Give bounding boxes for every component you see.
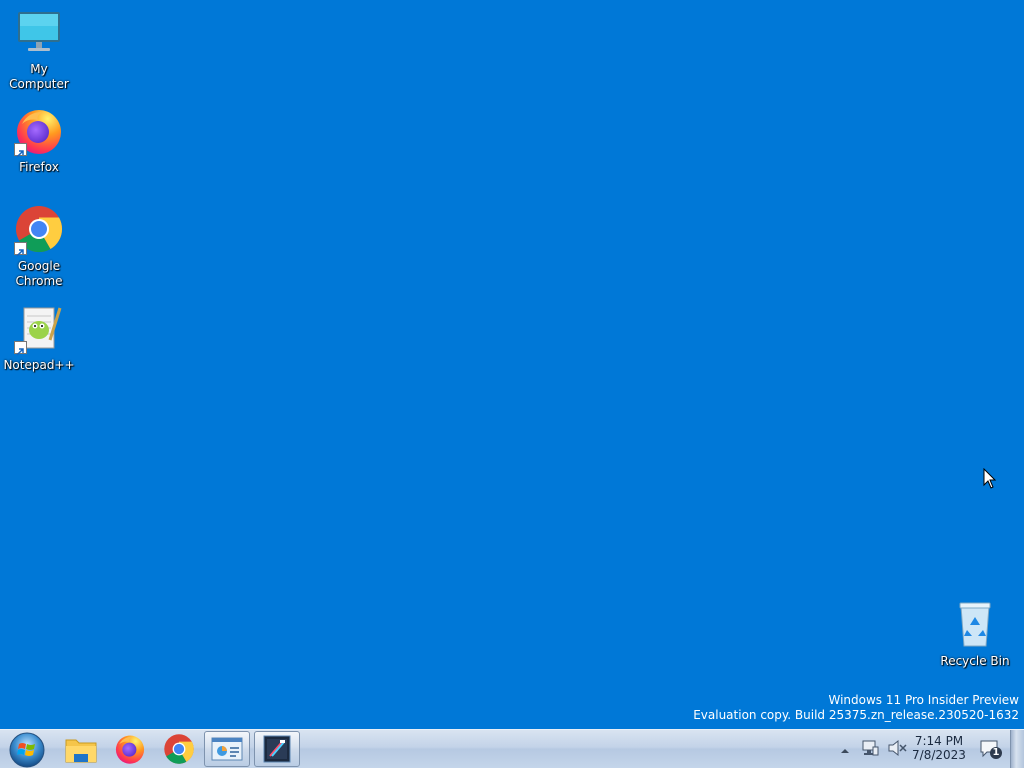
volume-muted-icon[interactable] (887, 739, 907, 757)
taskbar-file-explorer[interactable] (58, 730, 104, 768)
app-window-icon (263, 735, 291, 763)
file-explorer-icon (65, 739, 97, 763)
desktop-icon-my-computer[interactable]: My Computer (1, 8, 77, 92)
shortcut-arrow-icon (14, 341, 27, 356)
notepad-plus-plus-icon (14, 304, 64, 356)
desktop-icon-label: Google Chrome (15, 259, 63, 288)
computer-monitor-icon (14, 8, 64, 58)
desktop[interactable]: My Computer Firefox Google Chrome Notepa… (0, 0, 1024, 729)
desktop-icon-label: Notepad++ (3, 358, 75, 372)
action-center-button[interactable]: 1 (978, 738, 1004, 760)
desktop-icon-label: Recycle Bin (940, 654, 1010, 668)
start-button[interactable] (6, 731, 46, 769)
watermark-line-build: Evaluation copy. Build 25375.zn_release.… (693, 708, 1019, 722)
windows-start-orb-icon (9, 732, 45, 768)
chrome-icon (164, 734, 194, 764)
control-panel-icon (211, 737, 243, 761)
desktop-icon-firefox[interactable]: Firefox (1, 106, 77, 175)
clock-date: 7/8/2023 (912, 748, 966, 762)
taskbar-chrome[interactable] (156, 730, 202, 768)
notification-badge: 1 (992, 747, 1000, 758)
tray-overflow-chevron-icon[interactable] (840, 742, 850, 754)
mouse-pointer-icon (983, 467, 997, 494)
taskbar-control-panel[interactable] (204, 731, 250, 767)
taskbar-clock[interactable]: 7:14 PM 7/8/2023 (908, 734, 970, 762)
desktop-icon-label: Firefox (19, 160, 59, 174)
firefox-icon (14, 106, 64, 158)
taskbar: 7:14 PM 7/8/2023 1 (0, 729, 1024, 768)
shortcut-arrow-icon (14, 143, 27, 158)
watermark-line-edition: Windows 11 Pro Insider Preview (828, 693, 1019, 707)
taskbar-app-window[interactable] (254, 731, 300, 767)
network-icon[interactable] (861, 739, 879, 757)
taskbar-firefox[interactable] (107, 730, 153, 768)
recycle-bin-icon (950, 600, 1000, 650)
desktop-icon-chrome[interactable]: Google Chrome (1, 205, 77, 289)
desktop-icon-notepad-plus-plus[interactable]: Notepad++ (1, 304, 77, 373)
clock-time: 7:14 PM (914, 734, 964, 748)
shortcut-arrow-icon (14, 242, 27, 257)
show-desktop-button[interactable] (1010, 730, 1024, 768)
chrome-icon (14, 205, 64, 257)
firefox-icon (115, 735, 145, 764)
desktop-icon-label: My Computer (9, 62, 69, 91)
evaluation-watermark: Windows 11 Pro Insider Preview Evaluatio… (693, 693, 1019, 723)
notification-icon (980, 740, 1002, 759)
desktop-icon-recycle-bin[interactable]: Recycle Bin (937, 600, 1013, 669)
